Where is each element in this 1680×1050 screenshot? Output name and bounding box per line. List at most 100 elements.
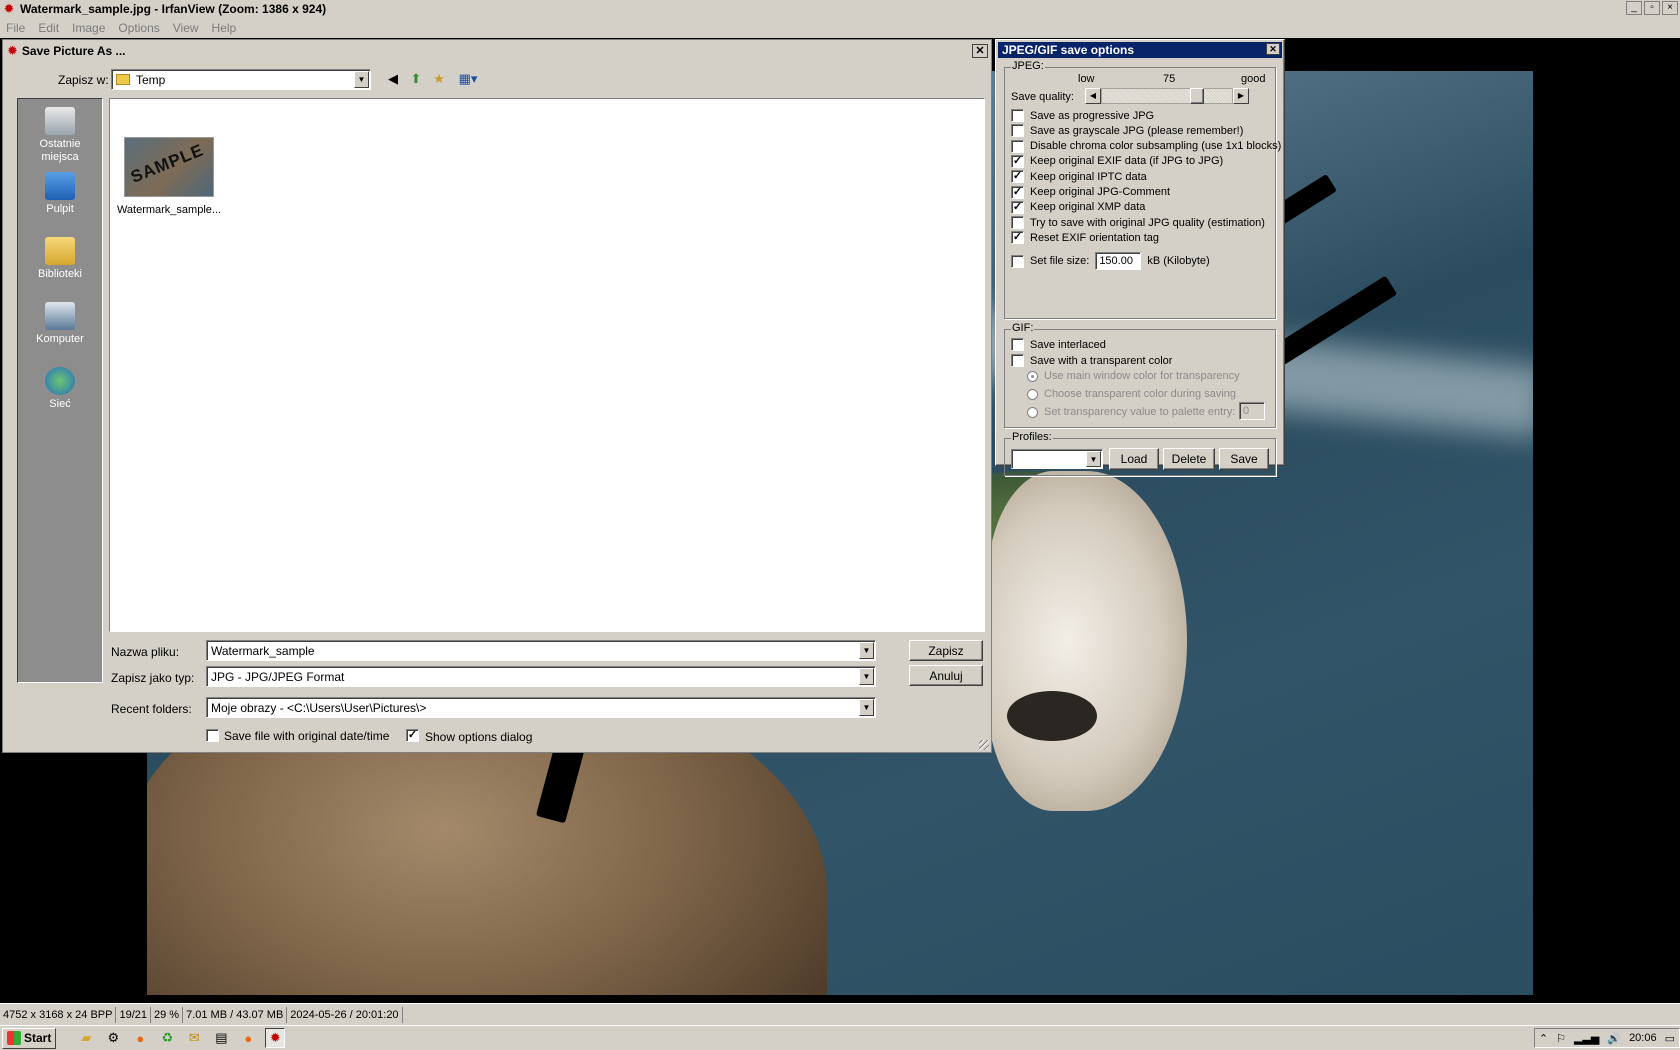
jpeg-option-label: Keep original XMP data: [1030, 201, 1146, 214]
status-memory: 7.01 MB / 43.07 MB: [183, 1006, 288, 1023]
profile-save-button[interactable]: Save: [1219, 448, 1269, 470]
utility-icon[interactable]: ⚙: [103, 1028, 123, 1048]
radio-palette-entry[interactable]: [1027, 406, 1038, 418]
status-bar: 4752 x 3168 x 24 BPP 19/21 29 % 7.01 MB …: [0, 1003, 1680, 1025]
gif-transparent-row: Save with a transparent color: [1011, 354, 1172, 367]
network-signal-icon[interactable]: ▂▃▅: [1574, 1032, 1599, 1045]
menu-file[interactable]: File: [6, 21, 25, 35]
computer-icon: [45, 302, 75, 330]
status-datetime: 2024-05-26 / 20:01:20: [287, 1006, 403, 1023]
menu-help[interactable]: Help: [212, 21, 237, 35]
up-folder-icon[interactable]: ⬆: [406, 70, 426, 88]
profile-delete-button[interactable]: Delete: [1163, 448, 1215, 470]
jpeg-option-checkbox[interactable]: ✓: [1011, 154, 1024, 168]
file-list[interactable]: SAMPLE Watermark_sample...: [109, 98, 985, 632]
action-center-icon[interactable]: ⚐: [1556, 1032, 1566, 1045]
quality-slider-thumb[interactable]: [1189, 88, 1204, 104]
jpeg-option-checkbox[interactable]: ✓: [1011, 185, 1024, 199]
chevron-down-icon[interactable]: ▼: [354, 71, 369, 88]
mail-icon[interactable]: ✉: [184, 1028, 204, 1048]
jpeg-option-row: Save as progressive JPG: [1011, 109, 1154, 122]
profile-load-button[interactable]: Load: [1109, 448, 1159, 470]
cancel-button[interactable]: Anuluj: [909, 665, 983, 686]
quality-decrease-button[interactable]: ◀: [1085, 88, 1101, 104]
chevron-down-icon[interactable]: ▼: [1086, 451, 1101, 467]
gif-transparent-checkbox[interactable]: [1011, 354, 1024, 367]
chevron-down-icon[interactable]: ▼: [859, 642, 874, 659]
jpeg-option-label: Disable chroma color subsampling (use 1x…: [1030, 140, 1282, 153]
jpeg-option-row: Try to save with original JPG quality (e…: [1011, 216, 1265, 230]
show-desktop-icon[interactable]: ▭: [1665, 1032, 1675, 1045]
place-computer[interactable]: Komputer: [18, 302, 102, 346]
archive-icon[interactable]: ▤: [211, 1028, 231, 1048]
filename-input[interactable]: Watermark_sample ▼: [206, 640, 876, 661]
quality-increase-button[interactable]: ▶: [1233, 88, 1249, 104]
keep-date-checkbox[interactable]: [206, 729, 219, 742]
app-title: Watermark_sample.jpg - IrfanView (Zoom: …: [20, 2, 327, 16]
save-button[interactable]: Zapisz: [909, 640, 983, 661]
jpeg-option-checkbox[interactable]: [1011, 124, 1024, 138]
start-button[interactable]: Start: [2, 1027, 57, 1049]
jpeg-option-row: ✓ Reset EXIF orientation tag: [1011, 231, 1160, 245]
recycle-icon[interactable]: ♻: [157, 1028, 177, 1048]
jpeg-option-checkbox[interactable]: ✓: [1011, 231, 1024, 245]
gif-interlaced-checkbox[interactable]: [1011, 338, 1024, 351]
desktop-icon: [45, 172, 75, 200]
jpeg-option-checkbox[interactable]: [1011, 109, 1024, 122]
file-thumbnail[interactable]: SAMPLE: [124, 137, 214, 197]
show-options-label: Show options dialog: [425, 730, 533, 744]
jpeg-option-checkbox[interactable]: ✓: [1011, 200, 1024, 214]
place-recent[interactable]: Ostatnie miejsca: [18, 107, 102, 164]
jpeg-option-label: Reset EXIF orientation tag: [1030, 231, 1160, 244]
show-options-checkbox[interactable]: ✓: [406, 729, 419, 742]
jpeg-option-row: ✓ Keep original JPG-Comment: [1011, 185, 1170, 199]
volume-icon[interactable]: 🔊: [1607, 1032, 1621, 1045]
menu-image[interactable]: Image: [72, 21, 105, 35]
back-icon[interactable]: ◀: [383, 70, 403, 88]
menu-options[interactable]: Options: [118, 21, 159, 35]
recent-folders-value: Moje obrazy - <C:\Users\User\Pictures\>: [211, 700, 427, 715]
firefox-window-icon[interactable]: ●: [238, 1028, 258, 1048]
menu-view[interactable]: View: [173, 21, 199, 35]
recent-folders-select[interactable]: Moje obrazy - <C:\Users\User\Pictures\> …: [206, 697, 876, 718]
profiles-select[interactable]: ▼: [1011, 449, 1103, 469]
filesize-input[interactable]: 150.00: [1095, 252, 1142, 270]
file-name-label[interactable]: Watermark_sample...: [114, 204, 224, 216]
jpeg-option-row: Save as grayscale JPG (please remember!): [1011, 124, 1243, 138]
close-button[interactable]: ×: [1662, 1, 1678, 15]
chevron-down-icon[interactable]: ▼: [859, 699, 874, 716]
quality-slider-track[interactable]: [1101, 88, 1233, 104]
radio-choose-color[interactable]: [1027, 388, 1038, 400]
place-desktop[interactable]: Pulpit: [18, 172, 102, 216]
clock[interactable]: 20:06: [1629, 1032, 1657, 1044]
jpeg-option-label: Try to save with original JPG quality (e…: [1030, 216, 1265, 229]
tray-expand-icon[interactable]: ⌃: [1539, 1032, 1548, 1045]
place-label: Ostatnie miejsca: [39, 138, 81, 163]
palette-entry-input[interactable]: 0: [1239, 402, 1265, 420]
save-in-combo[interactable]: Temp ▼: [111, 69, 371, 90]
jpeg-option-checkbox[interactable]: [1011, 139, 1024, 153]
quality-value-label: 75: [1163, 73, 1176, 85]
taskbar-quicklaunch: ▰ ⚙ ● ♻ ✉ ▤ ● ✹: [76, 1028, 286, 1048]
status-dimensions: 4752 x 3168 x 24 BPP: [0, 1006, 117, 1023]
resize-grip[interactable]: [979, 740, 989, 750]
restore-button[interactable]: ▫: [1644, 1, 1660, 15]
firefox-icon[interactable]: ●: [130, 1028, 150, 1048]
jpeg-option-checkbox[interactable]: ✓: [1011, 170, 1024, 184]
filesize-label: Set file size:: [1030, 255, 1090, 267]
jpeg-option-checkbox[interactable]: [1011, 216, 1024, 230]
save-dialog-close-button[interactable]: ✕: [972, 44, 988, 58]
minimize-button[interactable]: _: [1626, 1, 1642, 15]
radio-main-window-color[interactable]: [1027, 370, 1038, 382]
filesize-checkbox[interactable]: [1011, 254, 1024, 268]
irfanview-taskbar-icon[interactable]: ✹: [265, 1028, 286, 1048]
chevron-down-icon[interactable]: ▼: [859, 668, 874, 685]
explorer-icon[interactable]: ▰: [76, 1028, 96, 1048]
place-network[interactable]: Sieć: [18, 367, 102, 411]
view-menu-icon[interactable]: ▦▾: [455, 70, 481, 88]
filetype-select[interactable]: JPG - JPG/JPEG Format ▼: [206, 666, 876, 687]
menu-edit[interactable]: Edit: [38, 21, 59, 35]
options-dialog-close-button[interactable]: ✕: [1266, 43, 1280, 55]
place-libraries[interactable]: Biblioteki: [18, 237, 102, 281]
new-folder-icon[interactable]: ★: [429, 70, 449, 88]
